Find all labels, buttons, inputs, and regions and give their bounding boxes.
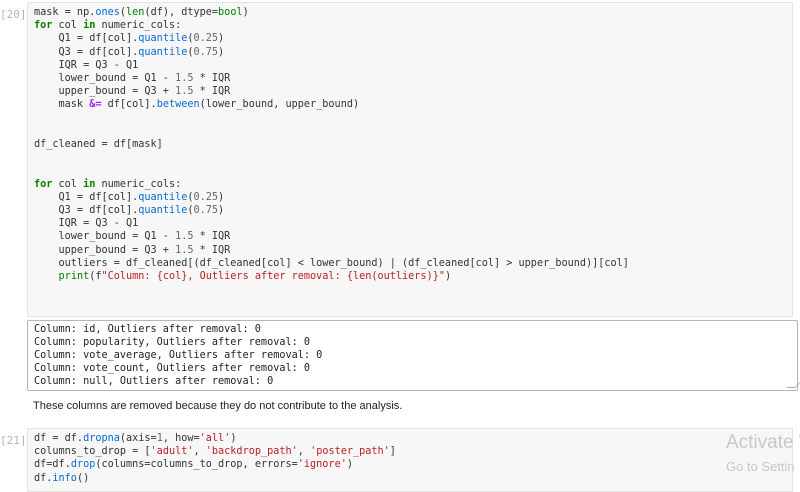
code-line: df_cleaned = df[mask] bbox=[34, 139, 163, 151]
output-text: Column: id, Outliers after removal: 0 Co… bbox=[28, 321, 797, 390]
code-cell-20[interactable]: mask = np.ones(len(df), dtype=bool) for … bbox=[27, 2, 793, 317]
code-line: mask = np.ones(len(df), dtype=bool) bbox=[34, 7, 249, 18]
activate-windows-subtitle: Go to Settin bbox=[726, 459, 795, 474]
output-line: Column: null, Outliers after removal: 0 bbox=[34, 376, 274, 387]
code-line: df = df.dropna(axis=1, how='all') bbox=[34, 433, 237, 444]
output-area[interactable]: Column: id, Outliers after removal: 0 Co… bbox=[27, 320, 800, 391]
cell-prompt-20: [20]: bbox=[0, 8, 34, 21]
code-line: Q1 = df[col].quantile(0.25) bbox=[34, 33, 225, 45]
code-line: upper_bound = Q3 + 1.5 * IQR bbox=[34, 244, 231, 256]
markdown-text: These columns are removed because they d… bbox=[33, 400, 403, 412]
code-line: df=df.drop(columns=columns_to_drop, erro… bbox=[34, 459, 353, 471]
code-line: lower_bound = Q1 - 1.5 * IQR bbox=[34, 231, 231, 243]
code-line: print(f"Column: {col}, Outliers after re… bbox=[58, 271, 452, 283]
code-line: Q1 = df[col].quantile(0.25) bbox=[34, 191, 225, 203]
code-line: for col in numeric_cols: bbox=[34, 20, 182, 32]
code-editor[interactable]: df = df.dropna(axis=1, how='all') column… bbox=[28, 429, 792, 488]
code-line: IQR = Q3 - Q1 bbox=[34, 59, 139, 71]
code-line: for col in numeric_cols: bbox=[34, 178, 182, 190]
code-editor[interactable]: mask = np.ones(len(df), dtype=bool) for … bbox=[28, 3, 792, 286]
code-line: Q3 = df[col].quantile(0.75) bbox=[34, 205, 225, 217]
code-line: Q3 = df[col].quantile(0.75) bbox=[34, 46, 225, 58]
code-line: upper_bound = Q3 + 1.5 * IQR bbox=[34, 86, 231, 98]
code-line: outliers = df_cleaned[(df_cleaned[col] <… bbox=[34, 257, 629, 269]
code-line: df.info() bbox=[34, 472, 90, 484]
output-line: Column: vote_average, Outliers after rem… bbox=[34, 350, 323, 361]
output-line: Column: popularity, Outliers after remov… bbox=[34, 337, 311, 348]
code-line: IQR = Q3 - Q1 bbox=[34, 218, 139, 230]
activate-windows-title: Activate W bbox=[726, 432, 800, 453]
code-line: lower_bound = Q1 - 1.5 * IQR bbox=[34, 73, 231, 85]
code-cell-21[interactable]: df = df.dropna(axis=1, how='all') column… bbox=[27, 428, 793, 492]
output-line: Column: vote_count, Outliers after remov… bbox=[34, 363, 311, 374]
output-line: Column: id, Outliers after removal: 0 bbox=[34, 324, 261, 335]
code-line: mask &= df[col].between(lower_bound, upp… bbox=[34, 99, 360, 111]
code-line: columns_to_drop = ['adult', 'backdrop_pa… bbox=[34, 446, 396, 458]
cell-prompt-21: [21]: bbox=[0, 434, 34, 447]
